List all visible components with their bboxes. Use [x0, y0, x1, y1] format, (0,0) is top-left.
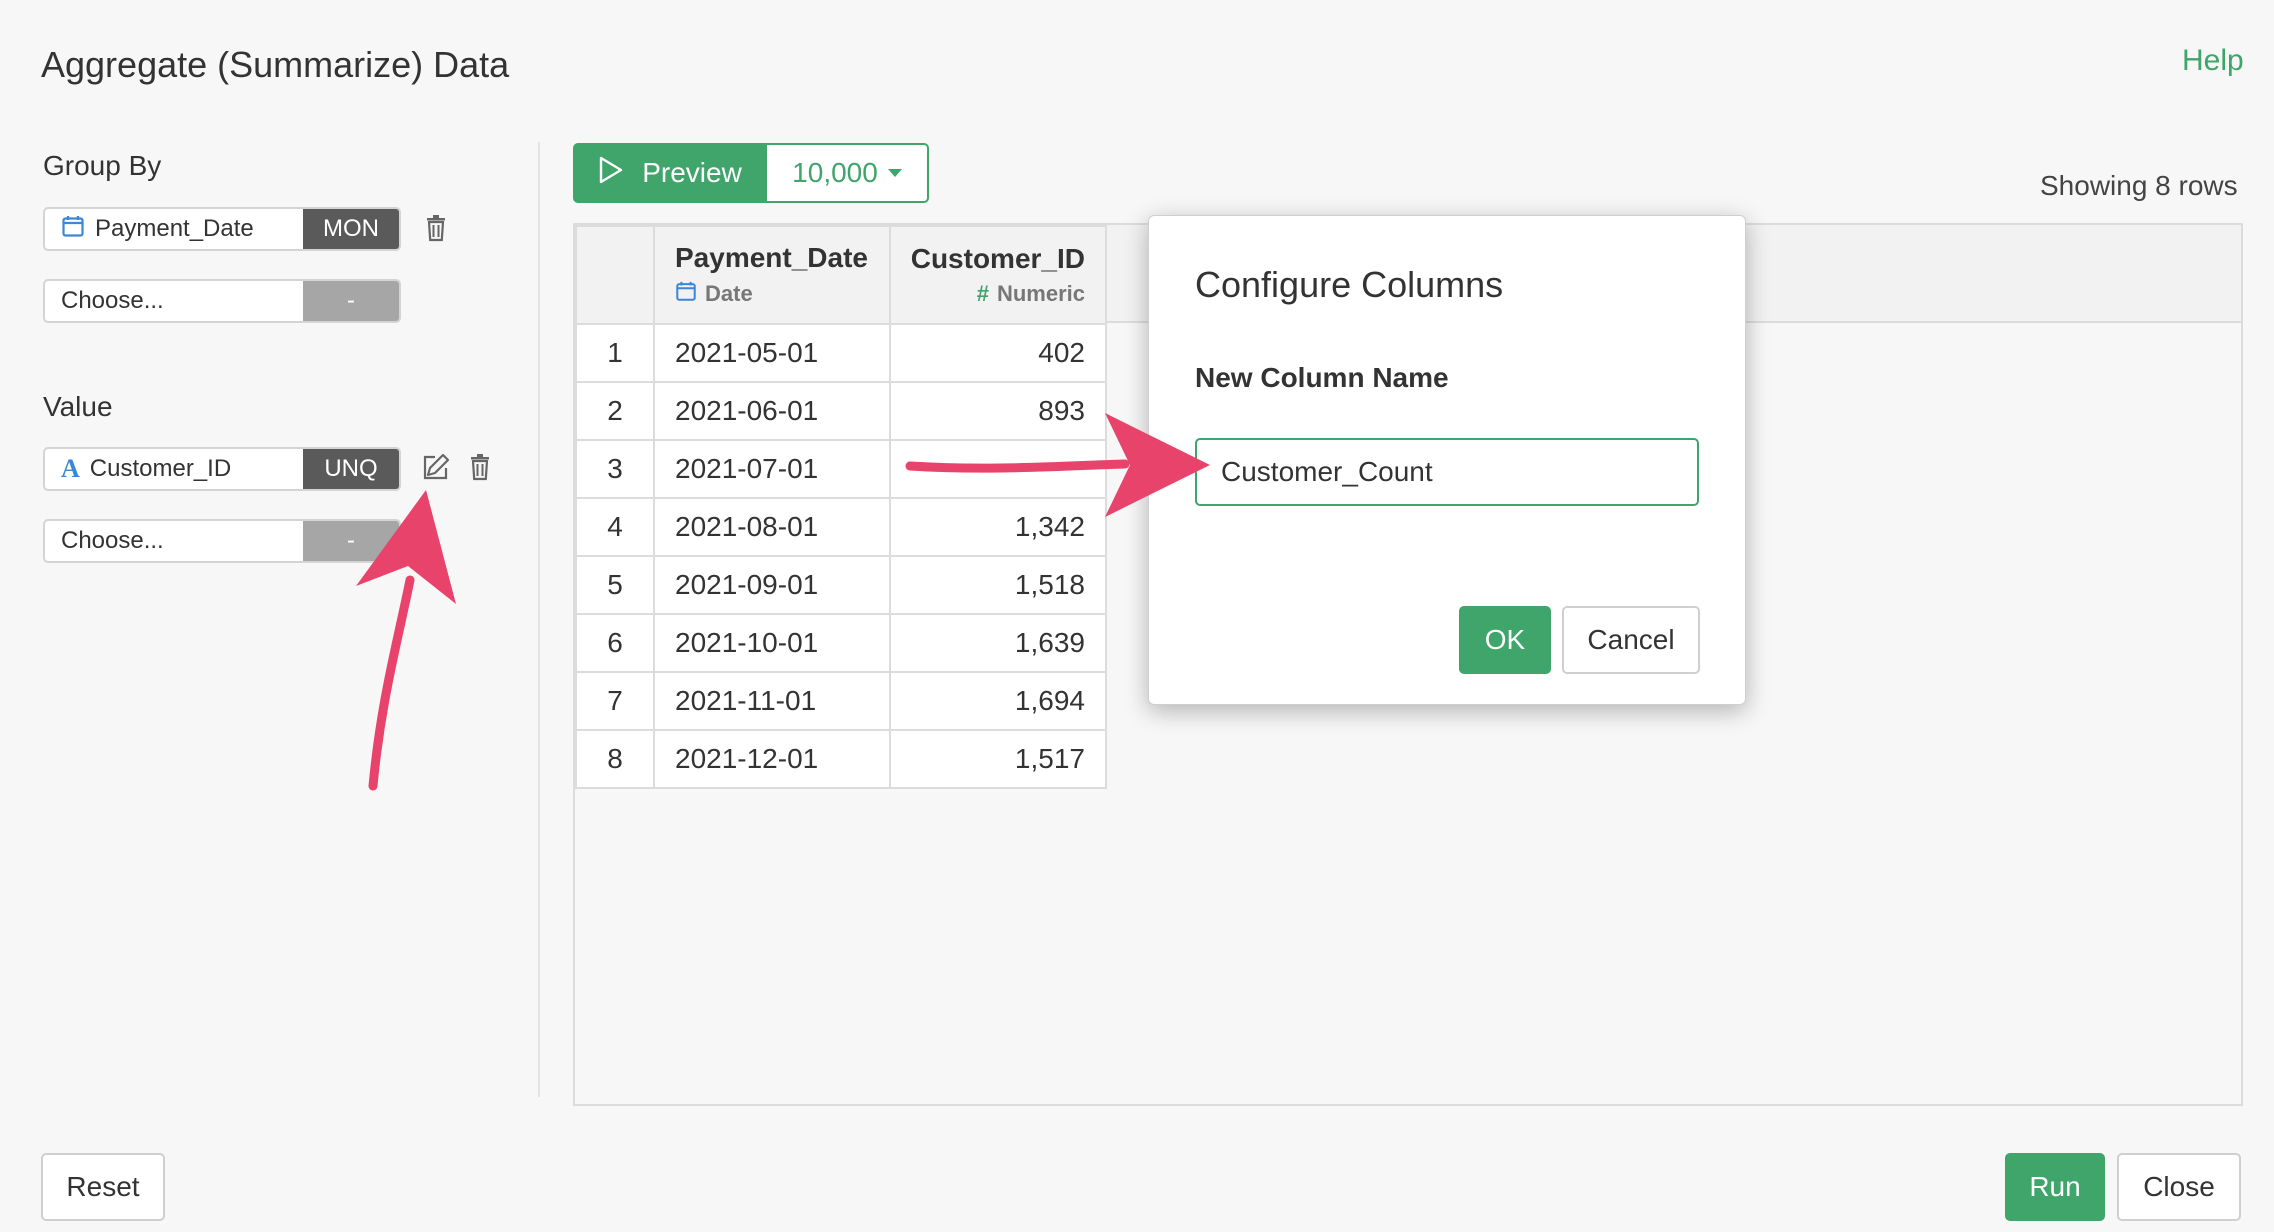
- row-index: 3: [575, 439, 655, 499]
- row-index: 7: [575, 671, 655, 731]
- value-column-name: Customer_ID: [89, 455, 232, 482]
- cell-payment-date: 2021-05-01: [653, 323, 891, 383]
- table-row: 6 2021-10-01 1,639: [575, 613, 1107, 673]
- cell-customer-id: [889, 439, 1107, 499]
- page-title: Aggregate (Summarize) Data: [41, 44, 510, 85]
- row-index: 4: [575, 497, 655, 557]
- cell-payment-date: 2021-08-01: [653, 497, 891, 557]
- calendar-icon: [61, 214, 85, 245]
- cell-payment-date: 2021-09-01: [653, 555, 891, 615]
- preview-label: Preview: [642, 157, 742, 188]
- row-limit-dropdown[interactable]: 10,000: [767, 143, 929, 203]
- value-placeholder-function[interactable]: -: [303, 521, 399, 561]
- table-row: 7 2021-11-01 1,694: [575, 671, 1107, 731]
- run-button[interactable]: Run: [2005, 1153, 2105, 1221]
- chevron-down-icon: [887, 169, 902, 177]
- group-by-column-name: Payment_Date: [95, 215, 254, 242]
- help-link[interactable]: Help: [2182, 44, 2244, 78]
- edit-icon[interactable]: [418, 449, 454, 485]
- new-column-name-label: New Column Name: [1195, 362, 1449, 393]
- row-index: 5: [575, 555, 655, 615]
- calendar-icon: [675, 280, 697, 308]
- cancel-button[interactable]: Cancel: [1562, 606, 1700, 674]
- row-count-status: Showing 8 rows: [2040, 170, 2238, 201]
- table-row: 5 2021-09-01 1,518: [575, 555, 1107, 615]
- column-type-label: Date: [705, 281, 753, 306]
- group-by-function-selector[interactable]: MON: [303, 209, 399, 249]
- cell-customer-id: 1,639: [889, 613, 1107, 673]
- table-row: 4 2021-08-01 1,342: [575, 497, 1107, 557]
- preview-table: Payment_Date Date Customer_ID # Numeric …: [575, 225, 1107, 789]
- choose-placeholder: Choose...: [61, 527, 164, 554]
- cell-payment-date: 2021-11-01: [653, 671, 891, 731]
- row-index-header: [575, 225, 655, 325]
- group-by-choose-selector[interactable]: Choose... -: [43, 279, 401, 323]
- preview-button[interactable]: Preview: [573, 143, 767, 203]
- play-icon: [598, 156, 624, 191]
- value-function-selector[interactable]: UNQ: [303, 449, 399, 489]
- column-header-customer-id[interactable]: Customer_ID # Numeric: [889, 225, 1107, 325]
- column-header-payment-date[interactable]: Payment_Date Date: [653, 225, 891, 325]
- column-type-label: Numeric: [996, 281, 1085, 306]
- cell-payment-date: 2021-10-01: [653, 613, 891, 673]
- new-column-name-input[interactable]: [1195, 438, 1699, 506]
- table-row: 1 2021-05-01 402: [575, 323, 1107, 383]
- configure-columns-dialog: Configure Columns New Column Name OK Can…: [1148, 215, 1746, 705]
- character-type-icon: A: [61, 454, 80, 483]
- cell-payment-date: 2021-12-01: [653, 729, 891, 789]
- reset-button[interactable]: Reset: [41, 1153, 165, 1221]
- cell-payment-date: 2021-07-01: [653, 439, 891, 499]
- cell-customer-id: 1,517: [889, 729, 1107, 789]
- panel-divider: [538, 142, 540, 1097]
- cell-customer-id: 893: [889, 381, 1107, 441]
- value-choose-selector[interactable]: Choose... -: [43, 519, 401, 563]
- group-by-placeholder-function[interactable]: -: [303, 281, 399, 321]
- cell-payment-date: 2021-06-01: [653, 381, 891, 441]
- row-index: 1: [575, 323, 655, 383]
- ok-button[interactable]: OK: [1459, 606, 1551, 674]
- group-by-column-selector[interactable]: Payment_Date MON: [43, 207, 401, 251]
- value-label: Value: [43, 391, 113, 422]
- table-row: 8 2021-12-01 1,517: [575, 729, 1107, 789]
- row-index: 6: [575, 613, 655, 673]
- table-row: 2 2021-06-01 893: [575, 381, 1107, 441]
- cell-customer-id: 1,342: [889, 497, 1107, 557]
- cell-customer-id: 1,694: [889, 671, 1107, 731]
- close-button[interactable]: Close: [2117, 1153, 2241, 1221]
- value-column-selector[interactable]: A Customer_ID UNQ: [43, 447, 401, 491]
- trash-icon[interactable]: [462, 449, 498, 485]
- cell-customer-id: 1,518: [889, 555, 1107, 615]
- row-index: 8: [575, 729, 655, 789]
- group-by-label: Group By: [43, 150, 162, 181]
- dialog-title: Configure Columns: [1195, 264, 1504, 305]
- row-limit-value: 10,000: [792, 157, 878, 188]
- table-row: 3 2021-07-01: [575, 439, 1107, 499]
- hash-icon: #: [976, 281, 989, 306]
- choose-placeholder: Choose...: [61, 287, 164, 314]
- preview-toolbar: Preview 10,000: [573, 143, 929, 203]
- cell-customer-id: 402: [889, 323, 1107, 383]
- trash-icon[interactable]: [418, 210, 454, 246]
- row-index: 2: [575, 381, 655, 441]
